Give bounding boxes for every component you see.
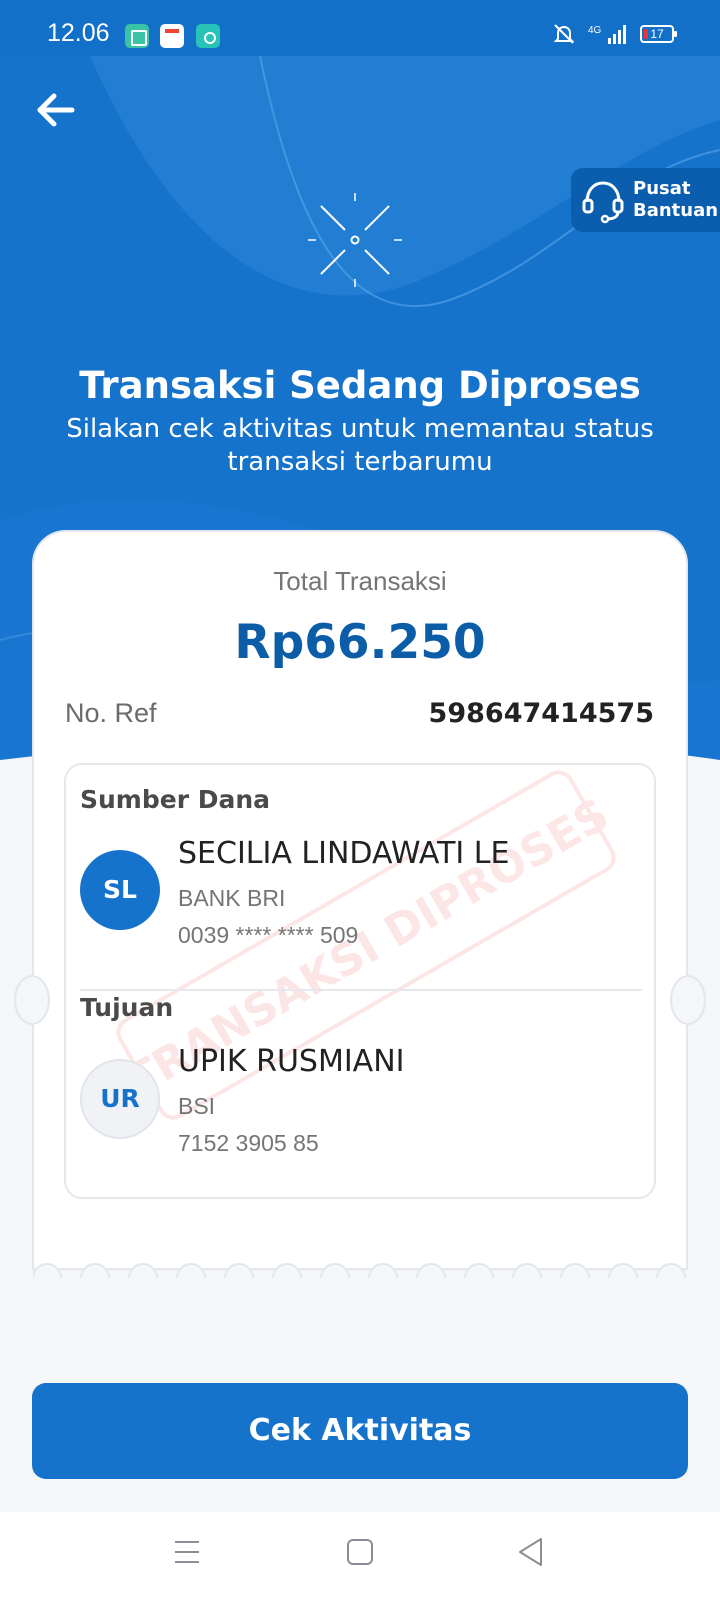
transaction-amount: Rp66.250 [234, 615, 486, 670]
system-icons: 4G 17 [552, 22, 677, 46]
source-avatar: SL [80, 850, 160, 930]
arrow-left-icon[interactable] [34, 90, 78, 130]
pdf-notification-icon [160, 24, 184, 48]
total-label: Total Transaksi [273, 566, 447, 596]
destination-label: Tujuan [80, 993, 174, 1022]
back-triangle-icon[interactable] [511, 1532, 551, 1572]
app-notification-icon [125, 24, 149, 48]
source-name: SECILIA LINDAWATI LE [178, 836, 510, 871]
home-square-icon[interactable] [340, 1532, 380, 1572]
destination-bank: BSI [178, 1093, 216, 1119]
bell-muted-icon [553, 24, 575, 44]
receipt-scalloped-edge [33, 1263, 686, 1278]
receipt-notch-right [670, 975, 706, 1025]
reference-label: No. Ref [65, 698, 157, 728]
destination-account: 7152 3905 85 [178, 1130, 319, 1156]
battery-icon: 17 [640, 25, 677, 43]
processing-stamp: TRANSAKSI DIPROSES [116, 770, 618, 1120]
transfer-details-box: TRANSAKSI DIPROSES Sumber Dana SL SECILI… [64, 763, 656, 1199]
divider [80, 989, 642, 991]
app-notification-icon [196, 24, 220, 48]
check-activity-button[interactable]: Cek Aktivitas [32, 1383, 688, 1479]
system-nav-bar [0, 1512, 720, 1600]
receipt-notch-left [14, 975, 50, 1025]
source-bank: BANK BRI [178, 885, 286, 911]
reference-number: 598647414575 [428, 698, 654, 729]
page-subtitle: Silakan cek aktivitas untuk memantau sta… [66, 414, 654, 477]
loading-spinner-icon [308, 193, 402, 287]
svg-text:4G: 4G [588, 25, 602, 36]
status-bar: 12.06 4G 17 [0, 0, 720, 56]
destination-avatar: UR [80, 1059, 160, 1139]
help-center-label: Pusat Bantuan [633, 178, 719, 221]
source-account: 0039 **** **** 509 [178, 922, 359, 948]
status-time: 12.06 [47, 19, 110, 47]
headset-icon [582, 181, 624, 224]
menu-icon[interactable] [167, 1532, 207, 1572]
help-center-button[interactable]: Pusat Bantuan [571, 168, 720, 232]
signal-icon: 4G [588, 25, 626, 44]
destination-name: UPIK RUSMIANI [178, 1044, 405, 1079]
page-title: Transaksi Sedang Diproses [79, 364, 641, 407]
source-label: Sumber Dana [80, 785, 271, 814]
